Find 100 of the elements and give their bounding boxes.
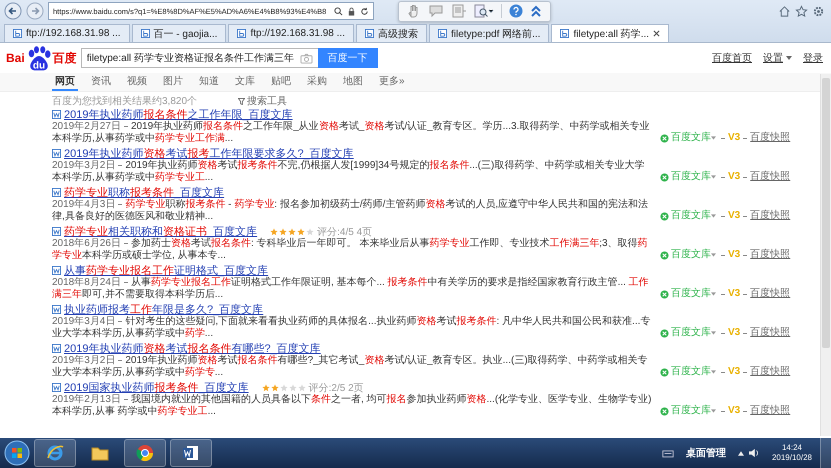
result-title-link[interactable]: 2019国家执业药师报考条件_百度文库 xyxy=(64,380,249,395)
cache-link[interactable]: 百度快照 xyxy=(750,366,790,378)
star-outline-icon[interactable] xyxy=(795,4,808,18)
library-icon xyxy=(660,328,669,338)
rating-text: 评分:4/5 4页 xyxy=(317,226,372,238)
result-title-link[interactable]: 2019年执业药师报名条件之工作年限_百度文库 xyxy=(64,107,293,122)
help-icon[interactable] xyxy=(509,4,524,18)
nav-tab[interactable]: 文库 xyxy=(232,73,258,91)
cache-link[interactable]: 百度快照 xyxy=(750,405,790,416)
caret-icon[interactable] xyxy=(711,409,716,414)
refresh-icon[interactable] xyxy=(360,6,370,16)
browser-tab[interactable]: 高级搜索 xyxy=(356,24,427,42)
lock-icon xyxy=(347,6,356,16)
cache-link[interactable]: 百度快照 xyxy=(750,132,790,144)
page-icon xyxy=(364,29,374,38)
level-text: V3 xyxy=(728,132,740,144)
level-text: V3 xyxy=(728,288,740,300)
caret-icon[interactable] xyxy=(711,175,716,180)
result-title-link[interactable]: 2019年执业药师资格考试报考工作年限要求多久?_百度文库 xyxy=(64,146,354,161)
cache-link[interactable]: 百度快照 xyxy=(750,249,790,260)
nav-tab[interactable]: 采购 xyxy=(304,73,330,91)
header-link[interactable]: 设置 xyxy=(763,51,783,65)
level-text: V3 xyxy=(728,171,740,182)
result-snippet: 2018年6月26日 参加药士资格考试报名条件: 专科毕业后一年即可。 本来毕业后从事药学专业工作即、专业技术工作满三年;3、取得药学专业本科学历或硕士学位, 从事本专... xyxy=(52,238,649,262)
nav-tab[interactable]: 地图 xyxy=(340,73,366,91)
result-title-link[interactable]: 药学专业相关职称和资格证书_百度文库 xyxy=(64,224,258,239)
settings-icon[interactable] xyxy=(812,4,825,18)
caret-icon[interactable] xyxy=(711,214,716,218)
caret-icon xyxy=(786,56,792,60)
result-count: 百度为您找到相关结果约3,820个 xyxy=(52,94,198,108)
header-link[interactable]: 登录 xyxy=(803,51,823,65)
library-icon xyxy=(660,134,669,143)
scrollbar[interactable] xyxy=(820,74,831,436)
document-icon xyxy=(52,266,61,275)
search-button[interactable]: 百度一下 xyxy=(318,48,378,68)
cache-link[interactable]: 百度快照 xyxy=(750,210,790,222)
tray-label[interactable]: 桌面管理 xyxy=(686,446,726,460)
result-snippet: 2019年4月3日 药学专业职称报考条件 - 药学专业: 报名参加初级药士/药师/主管药师资格考试的人员,应遵守中华人民共和国的宪法和法律,具备良好的医德医风和敬业精神... xyxy=(52,199,650,223)
nav-tab[interactable]: 图片 xyxy=(160,73,186,91)
search-field[interactable]: filetype:all 药学专业资格证报名条件工作满三年 xyxy=(80,48,318,68)
taskbar-app[interactable] xyxy=(170,439,212,467)
search-tools-link[interactable]: 搜索工具 xyxy=(247,94,287,108)
result-title-link[interactable]: 从事药学专业报名工作证明格式_百度文库 xyxy=(64,263,268,278)
browser-tab[interactable]: ftp://192.168.31.98 ... xyxy=(4,24,130,42)
speech-bubble-icon[interactable] xyxy=(428,4,444,18)
result-title-link[interactable]: 2019年执业药师资格考试报名条件有哪些?_百度文库 xyxy=(64,341,321,356)
speaker-icon[interactable] xyxy=(748,448,760,458)
browser-tab[interactable]: 百一 - gaojia... xyxy=(132,24,226,42)
chevrons-up-icon[interactable] xyxy=(530,4,542,18)
page-icon xyxy=(140,29,150,38)
zoom-icon[interactable] xyxy=(474,4,494,18)
clock-date: 2019/10/28 xyxy=(772,453,812,463)
result-title-link[interactable]: 药学专业职称报考条件_百度文库 xyxy=(64,185,224,200)
browser-e-icon xyxy=(46,444,64,462)
home-icon[interactable] xyxy=(778,4,791,18)
nav-tab[interactable]: 资讯 xyxy=(88,73,114,91)
caret-icon[interactable] xyxy=(711,370,716,374)
nav-tab[interactable]: 视频 xyxy=(124,73,150,91)
header-link[interactable]: 百度首页 xyxy=(712,51,752,65)
show-desktop-button[interactable] xyxy=(820,438,831,468)
library-icon xyxy=(660,406,669,416)
result-snippet: 2019年3月4日 针对考生的这些疑问,下面就来看看执业药师的具体报名...执业药师资格考试报考条件: 凡中华人民共和国公民和获准...专业大学本科学历,从事药学或中药学... xyxy=(52,316,652,340)
browser-tab[interactable]: filetype:pdf 网络前... xyxy=(428,24,550,42)
library-icon xyxy=(660,250,669,260)
taskbar-app[interactable] xyxy=(34,439,76,467)
logo-text: Bai xyxy=(6,51,25,65)
caret-icon[interactable] xyxy=(711,331,716,336)
browser-tab[interactable]: filetype:all 药学... xyxy=(551,24,670,42)
level-text: V3 xyxy=(728,327,740,338)
nav-tab[interactable]: 更多» xyxy=(376,73,408,91)
caret-icon[interactable] xyxy=(711,136,716,140)
cache-link[interactable]: 百度快照 xyxy=(750,327,790,338)
nav-tab[interactable]: 知道 xyxy=(196,73,222,91)
page-icon xyxy=(438,29,447,38)
nav-tab[interactable]: 贴吧 xyxy=(268,73,294,91)
browser-tab[interactable]: ftp://192.168.31.98 ... xyxy=(228,24,354,42)
page-icon xyxy=(13,29,22,38)
caret-icon[interactable] xyxy=(711,292,716,296)
logo-text: 百度 xyxy=(52,50,77,66)
caret-icon[interactable] xyxy=(711,253,716,258)
back-icon[interactable] xyxy=(4,2,22,20)
document-icon[interactable] xyxy=(451,4,468,18)
nav-tab[interactable]: 网页 xyxy=(52,73,78,91)
word-document-icon xyxy=(182,444,200,462)
close-icon[interactable] xyxy=(653,30,660,37)
keyboard-icon[interactable] xyxy=(662,448,674,458)
start-button[interactable] xyxy=(4,440,30,466)
cache-link[interactable]: 百度快照 xyxy=(750,171,790,182)
filter-icon xyxy=(238,98,245,104)
page-icon xyxy=(237,29,246,38)
result-snippet: 2019年2月27日 2019年执业药师报名条件之工作年限_从业资格考试_资格考试/认证_教育专区。学历...3.取得药学、中药学或相关专业本科学历,从事药学或中药学专业工作满... xyxy=(52,121,650,145)
up-arrow-icon[interactable] xyxy=(738,450,744,456)
rating-text: 评分:2/5 2页 xyxy=(308,382,364,394)
cache-link[interactable]: 百度快照 xyxy=(750,288,790,300)
document-icon xyxy=(52,188,61,197)
search-icon[interactable] xyxy=(334,6,344,16)
page-icon xyxy=(560,29,570,38)
result-title-link[interactable]: 执业药师报考工作年限是多久?_百度文库 xyxy=(64,302,264,317)
taskbar-app[interactable] xyxy=(124,439,166,467)
document-icon xyxy=(52,383,61,392)
